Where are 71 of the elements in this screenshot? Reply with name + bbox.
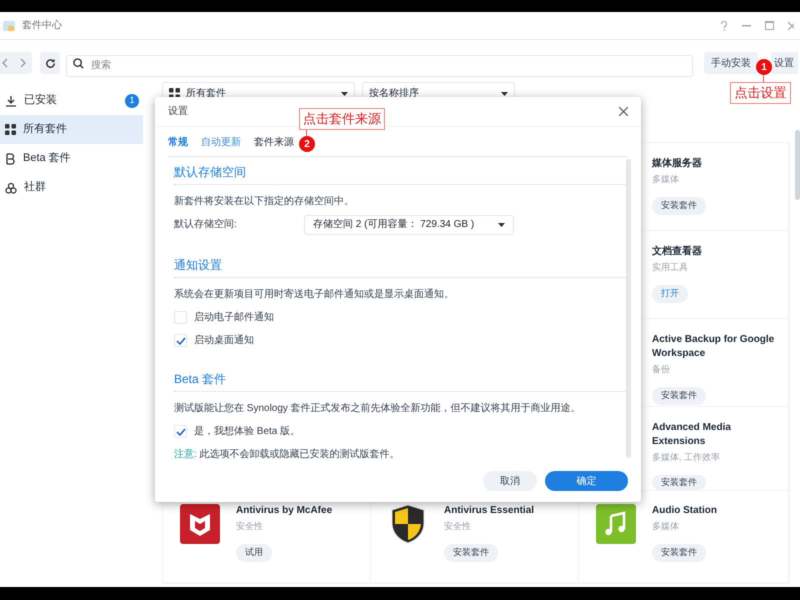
- shield-logo-icon: [180, 504, 220, 544]
- package-name: Active Backup for Google Workspace: [652, 333, 776, 361]
- annotation-label: 点击设置: [730, 82, 791, 104]
- dialog-title: 设置: [168, 104, 188, 119]
- close-icon[interactable]: [619, 107, 628, 116]
- package-category: 安全性: [444, 520, 471, 533]
- checkbox-label: 启动桌面通知: [194, 334, 254, 348]
- package-name: Antivirus Essential: [444, 504, 534, 518]
- app-icon: [2, 18, 16, 32]
- download-icon: [5, 94, 17, 106]
- package-name: Audio Station: [652, 504, 717, 518]
- checkbox[interactable]: [174, 311, 187, 324]
- package-category: 安全性: [236, 520, 263, 533]
- checkbox-label: 是，我想体验 Beta 版。: [194, 424, 300, 440]
- section-heading: 默认存储空间: [174, 161, 626, 185]
- checkbox[interactable]: [174, 334, 187, 348]
- sidebar-item[interactable]: 社群: [0, 173, 143, 202]
- tab[interactable]: 套件来源: [254, 135, 294, 150]
- section-heading: Beta 套件: [174, 368, 626, 392]
- window-title: 套件中心: [22, 18, 62, 33]
- annotation-label: 点击套件来源: [299, 108, 385, 130]
- maximize-icon[interactable]: [765, 21, 774, 30]
- scrollbar[interactable]: [795, 130, 800, 200]
- package-category: 多媒体, 工作效率: [652, 451, 720, 464]
- leader-line: [763, 75, 764, 82]
- search-icon: [73, 58, 84, 69]
- sidebar-item[interactable]: Beta 套件: [0, 144, 143, 173]
- people-icon: [5, 182, 17, 194]
- tab[interactable]: 常规: [168, 135, 188, 150]
- refresh-icon: [44, 58, 56, 68]
- sidebar-item[interactable]: 已安装 1: [0, 86, 143, 115]
- search-field[interactable]: 搜索: [66, 54, 693, 76]
- package-button[interactable]: 安装套件: [444, 544, 498, 562]
- count-badge: 1: [125, 94, 139, 108]
- refresh-button[interactable]: [40, 52, 60, 74]
- description-text: 系统会在更新项目可用时寄送电子邮件通知或是显示桌面通知。: [174, 288, 455, 302]
- package-button[interactable]: 试用: [236, 544, 272, 562]
- description-text: 测试版能让您在 Synology 套件正式发布之前先体验全新功能，但不建议将其用于商业用途。: [174, 402, 582, 416]
- settings-button[interactable]: 设置: [771, 52, 798, 74]
- section-heading: 通知设置: [174, 254, 626, 278]
- package-category: 实用工具: [652, 261, 688, 274]
- description-text: 新套件将安装在以下指定的存储空间中。: [174, 194, 355, 209]
- package-name: Antivirus by McAfee: [236, 504, 332, 518]
- shield-icon: [390, 504, 426, 544]
- package-button[interactable]: 安装套件: [652, 474, 706, 490]
- cancel-button[interactable]: 取消: [483, 471, 537, 491]
- package-category: 多媒体: [652, 173, 679, 186]
- package-name: 文档查看器: [652, 245, 702, 259]
- sidebar-item[interactable]: 所有套件: [0, 115, 143, 144]
- checkbox[interactable]: [174, 425, 187, 438]
- field-label: 默认存储空间:: [174, 218, 238, 232]
- package-name: Advanced Media Extensions: [652, 421, 732, 449]
- minimize-icon[interactable]: [742, 24, 751, 26]
- music-note-icon: [596, 504, 636, 544]
- package-category: 多媒体: [652, 520, 679, 533]
- beta-icon: [5, 152, 16, 164]
- note-text: 注意: 此选项不会卸载或隐藏已安装的测试版套件。: [174, 448, 401, 462]
- caret-icon: [498, 222, 505, 227]
- checkbox-label: 启动电子邮件通知: [194, 310, 274, 326]
- package-category: 备份: [652, 363, 670, 376]
- package-button[interactable]: 安装套件: [652, 386, 706, 404]
- grid-icon: [5, 124, 16, 135]
- ok-button[interactable]: 确定: [545, 471, 628, 491]
- storage-dropdown[interactable]: 存储空间 2 (可用容量： 729.34 GB ): [304, 214, 514, 235]
- package-name: 媒体服务器: [652, 157, 702, 171]
- help-icon[interactable]: [720, 20, 728, 30]
- package-button[interactable]: 打开: [652, 284, 688, 302]
- manual-install-button[interactable]: 手动安装: [704, 52, 758, 74]
- package-button[interactable]: 安装套件: [652, 196, 706, 214]
- scrollbar[interactable]: [626, 159, 631, 458]
- package-button[interactable]: 安装套件: [652, 544, 706, 562]
